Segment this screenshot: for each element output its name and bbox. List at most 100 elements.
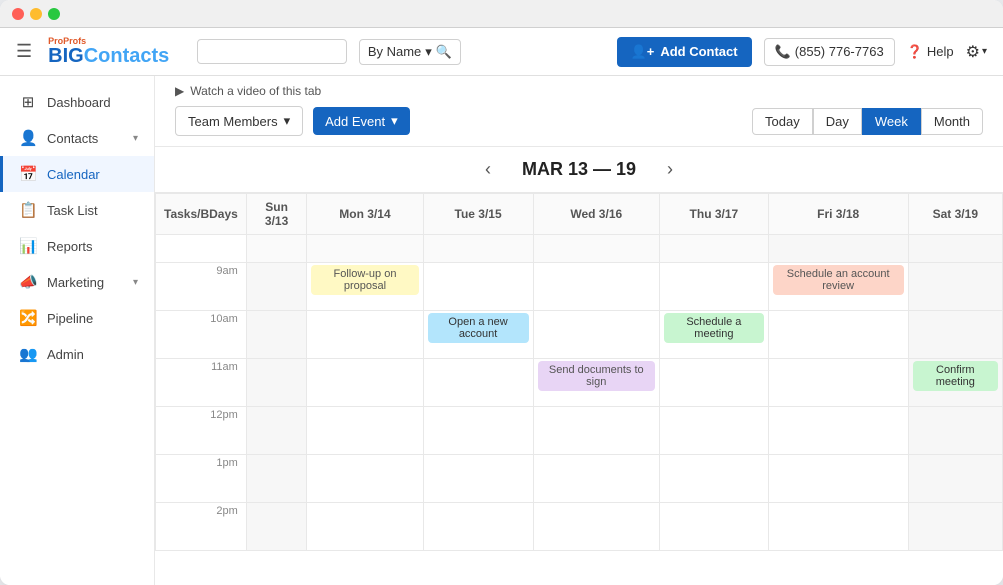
maximize-button[interactable] (48, 8, 60, 20)
col-header-sat: Sat 3/19 (908, 194, 1002, 235)
time-label: 11am (156, 359, 247, 407)
event-chip[interactable]: Schedule a meeting (664, 313, 764, 343)
calendar-grid: Tasks/BDays Sun 3/13 Mon 3/14 Tue 3/15 W… (155, 193, 1003, 551)
calendar-cell[interactable] (246, 503, 306, 551)
sidebar-item-dashboard[interactable]: ⊞ Dashboard (0, 84, 154, 120)
event-chip[interactable]: Schedule an account review (773, 265, 904, 295)
add-event-button[interactable]: Add Event ▾ (313, 107, 410, 135)
search-input[interactable] (206, 44, 338, 59)
view-month-button[interactable]: Month (921, 108, 983, 135)
watch-video-label: Watch a video of this tab (190, 84, 321, 98)
event-chip[interactable]: Send documents to sign (538, 361, 656, 391)
calendar-cell[interactable] (533, 311, 660, 359)
by-name-dropdown[interactable]: By Name ▾ 🔍 (359, 39, 461, 65)
calendar-cell[interactable] (423, 455, 533, 503)
calendar-cell[interactable] (246, 263, 306, 311)
time-row: 1pm (156, 455, 1003, 503)
prev-arrow[interactable]: ‹ (474, 159, 502, 180)
add-contact-label: Add Contact (660, 44, 737, 59)
calendar-cell[interactable] (908, 503, 1002, 551)
calendar-cell[interactable] (768, 503, 908, 551)
calendar-cell[interactable] (307, 359, 423, 407)
help-button[interactable]: ❓ Help (907, 44, 954, 60)
calendar-cell[interactable] (423, 359, 533, 407)
sidebar-item-contacts[interactable]: 👤 Contacts ▾ (0, 120, 154, 156)
calendar-cell[interactable] (307, 455, 423, 503)
tasks-cell (908, 235, 1002, 263)
view-day-button[interactable]: Day (813, 108, 862, 135)
add-contact-icon: 👤+ (631, 44, 655, 60)
app-window: ☰ ProProfs BIG Contacts By Name ▾ 🔍 👤+ A… (0, 0, 1003, 585)
calendar-cell[interactable] (307, 407, 423, 455)
col-header-fri: Fri 3/18 (768, 194, 908, 235)
minimize-button[interactable] (30, 8, 42, 20)
calendar-cell[interactable] (660, 263, 769, 311)
calendar-cell[interactable] (423, 503, 533, 551)
calendar-cell[interactable] (307, 311, 423, 359)
logo-big: BIG (48, 46, 84, 66)
event-chip[interactable]: Follow-up on proposal (311, 265, 418, 295)
calendar-cell[interactable] (660, 407, 769, 455)
event-chip[interactable]: Confirm meeting (913, 361, 998, 391)
calendar-cell[interactable] (246, 455, 306, 503)
logo-contacts: Contacts (84, 46, 170, 66)
calendar-cell[interactable] (768, 359, 908, 407)
calendar-cell[interactable] (533, 455, 660, 503)
sidebar-item-task-list[interactable]: 📋 Task List (0, 192, 154, 228)
calendar-cell[interactable] (246, 359, 306, 407)
calendar-cell[interactable]: Follow-up on proposal (307, 263, 423, 311)
calendar-cell[interactable]: Send documents to sign (533, 359, 660, 407)
sidebar-item-reports[interactable]: 📊 Reports (0, 228, 154, 264)
calendar-cell[interactable] (307, 503, 423, 551)
view-today-button[interactable]: Today (752, 108, 813, 135)
calendar-cell[interactable] (660, 359, 769, 407)
calendar-cell[interactable] (768, 407, 908, 455)
add-contact-button[interactable]: 👤+ Add Contact (617, 37, 752, 67)
col-header-tasks: Tasks/BDays (156, 194, 247, 235)
calendar-cell[interactable] (768, 311, 908, 359)
settings-chevron: ▾ (982, 46, 987, 57)
calendar-cell[interactable] (660, 455, 769, 503)
calendar-cell[interactable]: Schedule an account review (768, 263, 908, 311)
calendar-cell[interactable] (533, 407, 660, 455)
calendar-cell[interactable] (246, 407, 306, 455)
calendar-cell[interactable]: Confirm meeting (908, 359, 1002, 407)
watch-video-link[interactable]: ▶ Watch a video of this tab (175, 84, 983, 98)
settings-button[interactable]: ⚙ ▾ (966, 42, 987, 62)
calendar-cell[interactable] (908, 455, 1002, 503)
contacts-icon: 👤 (19, 129, 37, 147)
sidebar-item-admin[interactable]: 👥 Admin (0, 336, 154, 372)
calendar-cell[interactable] (423, 407, 533, 455)
calendar-cell[interactable] (660, 503, 769, 551)
tasks-cell (307, 235, 423, 263)
sidebar-item-marketing[interactable]: 📣 Marketing ▾ (0, 264, 154, 300)
tasks-cell (423, 235, 533, 263)
calendar-cell[interactable] (246, 311, 306, 359)
play-icon: ▶ (175, 84, 184, 98)
col-header-thu: Thu 3/17 (660, 194, 769, 235)
view-week-button[interactable]: Week (862, 108, 921, 135)
next-arrow[interactable]: › (656, 159, 684, 180)
time-label: 1pm (156, 455, 247, 503)
calendar-header-row: Tasks/BDays Sun 3/13 Mon 3/14 Tue 3/15 W… (156, 194, 1003, 235)
calendar-cell[interactable] (908, 311, 1002, 359)
tasks-cell (660, 235, 769, 263)
close-button[interactable] (12, 8, 24, 20)
calendar-cell[interactable] (533, 263, 660, 311)
event-chip[interactable]: Open a new account (428, 313, 529, 343)
hamburger-icon[interactable]: ☰ (16, 41, 32, 62)
calendar-cell[interactable] (533, 503, 660, 551)
marketing-icon: 📣 (19, 273, 37, 291)
top-nav: ☰ ProProfs BIG Contacts By Name ▾ 🔍 👤+ A… (0, 28, 1003, 76)
sidebar-item-calendar[interactable]: 📅 Calendar (0, 156, 154, 192)
calendar-cell[interactable] (908, 407, 1002, 455)
calendar-cell[interactable] (768, 455, 908, 503)
calendar-cell[interactable]: Open a new account (423, 311, 533, 359)
by-name-label: By Name (368, 44, 421, 59)
calendar-cell[interactable] (908, 263, 1002, 311)
team-members-dropdown[interactable]: Team Members ▾ (175, 106, 303, 136)
calendar-cell[interactable] (423, 263, 533, 311)
sidebar-item-pipeline[interactable]: 🔀 Pipeline (0, 300, 154, 336)
time-row: 10amOpen a new accountSchedule a meeting (156, 311, 1003, 359)
calendar-cell[interactable]: Schedule a meeting (660, 311, 769, 359)
